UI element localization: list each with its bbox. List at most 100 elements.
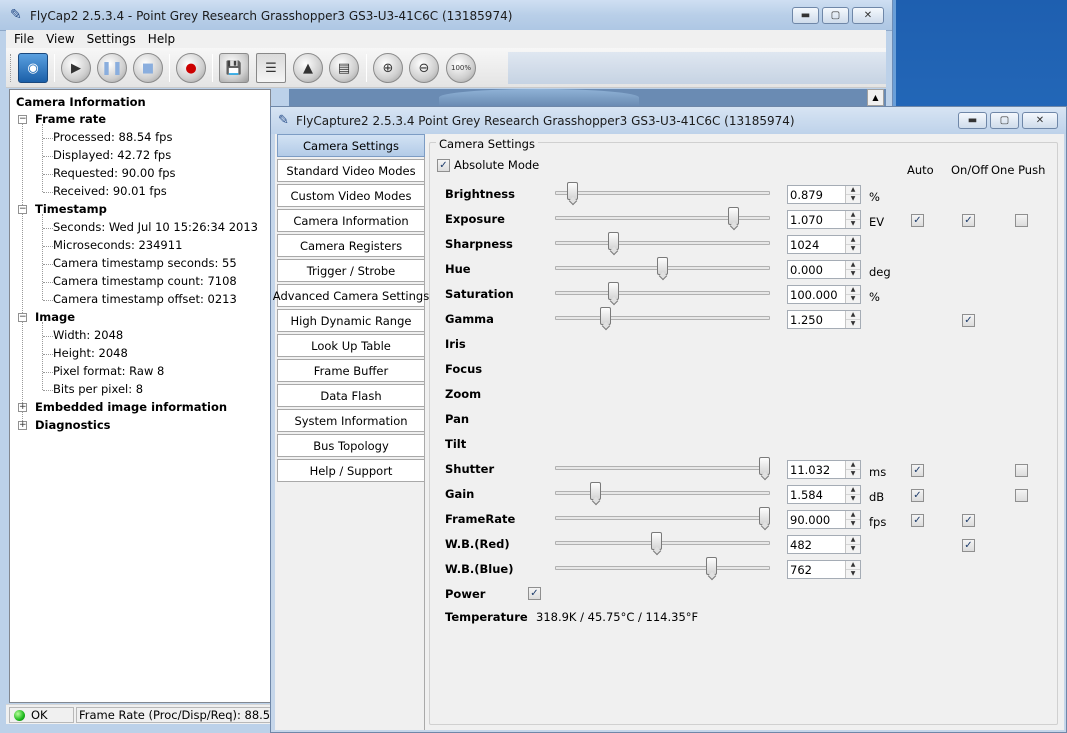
nav-standard-video-modes[interactable]: Standard Video Modes bbox=[277, 159, 425, 182]
camera-info-tree[interactable]: Camera Information − Frame rate Processe… bbox=[9, 89, 271, 703]
zoom-out-icon[interactable]: ⊖ bbox=[409, 53, 439, 83]
tree-embedded-info[interactable]: Embedded image information bbox=[35, 400, 227, 414]
image-view[interactable] bbox=[289, 89, 886, 106]
value-text-hue[interactable]: 0.000 bbox=[790, 263, 823, 277]
nav-data-flash[interactable]: Data Flash bbox=[277, 384, 425, 407]
value-spinner-w-b-blue[interactable]: 762 ▲ ▼ bbox=[787, 560, 861, 579]
tree-requested[interactable]: Requested: 90.00 fps bbox=[53, 166, 176, 180]
nav-trigger-strobe[interactable]: Trigger / Strobe bbox=[277, 259, 425, 282]
spin-arrows-icon[interactable]: ▲ ▼ bbox=[845, 461, 860, 478]
spin-arrows-icon[interactable]: ▲ ▼ bbox=[845, 286, 860, 303]
menu-view[interactable]: View bbox=[46, 32, 82, 46]
value-spinner-brightness[interactable]: 0.879 ▲ ▼ bbox=[787, 185, 861, 204]
nav-bus-topology[interactable]: Bus Topology bbox=[277, 434, 425, 457]
chat-icon[interactable]: ▤ bbox=[329, 53, 359, 83]
tree-seconds[interactable]: Seconds: Wed Jul 10 15:26:34 2013 bbox=[53, 220, 258, 234]
collapse-icon[interactable]: − bbox=[18, 313, 27, 322]
close-button[interactable]: ✕ bbox=[852, 7, 884, 24]
tree-width[interactable]: Width: 2048 bbox=[53, 328, 123, 342]
slider-track-brightness[interactable] bbox=[555, 191, 770, 195]
dialog-minimize-button[interactable]: ▬ bbox=[958, 112, 987, 129]
onoff-checkbox-w-b-red[interactable]: ✓ bbox=[962, 539, 975, 552]
spin-arrows-icon[interactable]: ▲ ▼ bbox=[845, 261, 860, 278]
main-titlebar[interactable]: ✎ FlyCap2 2.5.3.4 - Point Grey Research … bbox=[0, 0, 892, 31]
spin-arrows-icon[interactable]: ▲ ▼ bbox=[845, 211, 860, 228]
value-spinner-shutter[interactable]: 11.032 ▲ ▼ bbox=[787, 460, 861, 479]
slider-thumb-gamma[interactable] bbox=[599, 307, 611, 325]
tree-pixel-format[interactable]: Pixel format: Raw 8 bbox=[53, 364, 164, 378]
slider-track-sharpness[interactable] bbox=[555, 241, 770, 245]
onepush-checkbox-exposure[interactable] bbox=[1015, 214, 1028, 227]
spin-arrows-icon[interactable]: ▲ ▼ bbox=[845, 561, 860, 578]
camera-icon[interactable]: ◉ bbox=[18, 53, 48, 83]
nav-look-up-table[interactable]: Look Up Table bbox=[277, 334, 425, 357]
dialog-maximize-button[interactable]: ▢ bbox=[990, 112, 1019, 129]
zoom-100-icon[interactable]: 100% bbox=[446, 53, 476, 83]
slider-thumb-sharpness[interactable] bbox=[608, 232, 620, 250]
minimize-button[interactable]: ▬ bbox=[792, 7, 819, 24]
slider-thumb-w-b-red[interactable] bbox=[650, 532, 662, 550]
power-checkbox[interactable]: ✓ bbox=[528, 587, 541, 600]
slider-thumb-exposure[interactable] bbox=[728, 207, 740, 225]
value-spinner-sharpness[interactable]: 1024 ▲ ▼ bbox=[787, 235, 861, 254]
auto-checkbox-gain[interactable]: ✓ bbox=[911, 489, 924, 502]
collapse-icon[interactable]: − bbox=[18, 115, 27, 124]
spin-arrows-icon[interactable]: ▲ ▼ bbox=[845, 236, 860, 253]
auto-checkbox-framerate[interactable]: ✓ bbox=[911, 514, 924, 527]
tree-diagnostics[interactable]: Diagnostics bbox=[35, 418, 111, 432]
value-spinner-w-b-red[interactable]: 482 ▲ ▼ bbox=[787, 535, 861, 554]
nav-camera-registers[interactable]: Camera Registers bbox=[277, 234, 425, 257]
spin-arrows-icon[interactable]: ▲ ▼ bbox=[845, 486, 860, 503]
dialog-close-button[interactable]: ✕ bbox=[1022, 112, 1058, 129]
slider-thumb-gain[interactable] bbox=[589, 482, 601, 500]
slider-track-gamma[interactable] bbox=[555, 316, 770, 320]
maximize-button[interactable]: ▢ bbox=[822, 7, 849, 24]
dialog-titlebar[interactable]: ✎ FlyCapture2 2.5.3.4 Point Grey Researc… bbox=[271, 107, 1066, 134]
slider-track-saturation[interactable] bbox=[555, 291, 770, 295]
value-text-framerate[interactable]: 90.000 bbox=[790, 513, 830, 527]
value-spinner-gain[interactable]: 1.584 ▲ ▼ bbox=[787, 485, 861, 504]
spin-arrows-icon[interactable]: ▲ ▼ bbox=[845, 511, 860, 528]
menu-help[interactable]: Help bbox=[148, 32, 183, 46]
value-text-w-b-red[interactable]: 482 bbox=[790, 538, 812, 552]
slider-track-w-b-blue[interactable] bbox=[555, 566, 770, 570]
spin-arrows-icon[interactable]: ▲ ▼ bbox=[845, 186, 860, 203]
value-text-saturation[interactable]: 100.000 bbox=[790, 288, 838, 302]
slider-thumb-brightness[interactable] bbox=[567, 182, 579, 200]
onepush-checkbox-gain[interactable] bbox=[1015, 489, 1028, 502]
tree-cam-seconds[interactable]: Camera timestamp seconds: 55 bbox=[53, 256, 237, 270]
auto-checkbox-shutter[interactable]: ✓ bbox=[911, 464, 924, 477]
auto-checkbox-exposure[interactable]: ✓ bbox=[911, 214, 924, 227]
toolbar-grip[interactable] bbox=[10, 54, 13, 82]
tree-received[interactable]: Received: 90.01 fps bbox=[53, 184, 167, 198]
nav-help-support[interactable]: Help / Support bbox=[277, 459, 425, 482]
tree-frame-rate[interactable]: Frame rate bbox=[35, 112, 106, 126]
tree-microseconds[interactable]: Microseconds: 234911 bbox=[53, 238, 182, 252]
menu-settings[interactable]: Settings bbox=[87, 32, 144, 46]
value-text-brightness[interactable]: 0.879 bbox=[790, 188, 823, 202]
slider-track-gain[interactable] bbox=[555, 491, 770, 495]
value-text-gain[interactable]: 1.584 bbox=[790, 488, 823, 502]
tree-displayed[interactable]: Displayed: 42.72 fps bbox=[53, 148, 171, 162]
nav-camera-information[interactable]: Camera Information bbox=[277, 209, 425, 232]
value-spinner-framerate[interactable]: 90.000 ▲ ▼ bbox=[787, 510, 861, 529]
value-spinner-exposure[interactable]: 1.070 ▲ ▼ bbox=[787, 210, 861, 229]
nav-camera-settings[interactable]: Camera Settings bbox=[277, 134, 425, 157]
value-spinner-saturation[interactable]: 100.000 ▲ ▼ bbox=[787, 285, 861, 304]
onoff-checkbox-exposure[interactable]: ✓ bbox=[962, 214, 975, 227]
value-spinner-gamma[interactable]: 1.250 ▲ ▼ bbox=[787, 310, 861, 329]
slider-thumb-w-b-blue[interactable] bbox=[705, 557, 717, 575]
tree-image[interactable]: Image bbox=[35, 310, 75, 324]
slider-track-framerate[interactable] bbox=[555, 516, 770, 520]
stop-icon[interactable]: ■ bbox=[133, 53, 163, 83]
expand-icon[interactable]: + bbox=[18, 421, 27, 430]
value-text-w-b-blue[interactable]: 762 bbox=[790, 563, 812, 577]
onepush-checkbox-shutter[interactable] bbox=[1015, 464, 1028, 477]
histogram-icon[interactable]: ▲ bbox=[293, 53, 323, 83]
tree-processed[interactable]: Processed: 88.54 fps bbox=[53, 130, 172, 144]
tree-cam-count[interactable]: Camera timestamp count: 7108 bbox=[53, 274, 237, 288]
record-icon[interactable]: ● bbox=[176, 53, 206, 83]
onoff-checkbox-gamma[interactable]: ✓ bbox=[962, 314, 975, 327]
slider-track-shutter[interactable] bbox=[555, 466, 770, 470]
tree-height[interactable]: Height: 2048 bbox=[53, 346, 128, 360]
